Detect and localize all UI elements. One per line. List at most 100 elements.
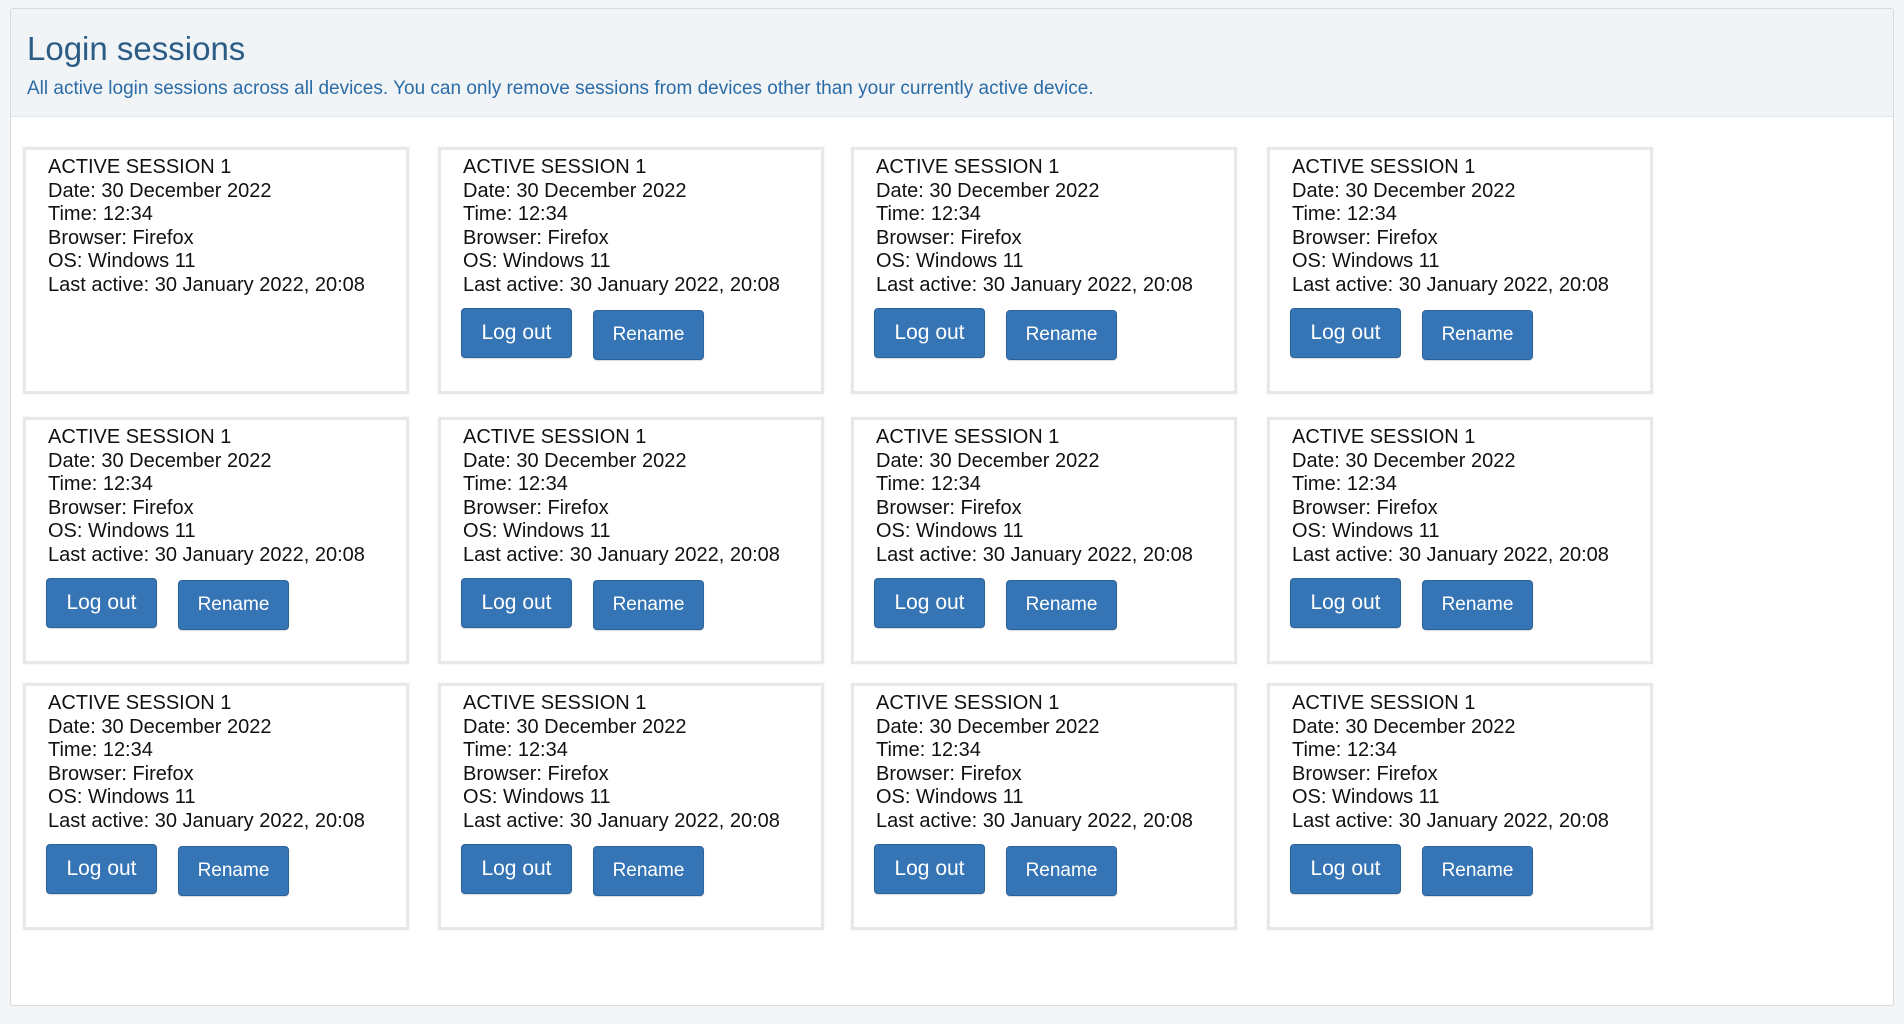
session-time: Time: 12:34 <box>1292 739 1397 761</box>
session-actions: Log out Rename <box>874 308 1117 360</box>
logout-button[interactable]: Log out <box>874 308 985 358</box>
session-time: Time: 12:34 <box>463 739 568 761</box>
session-last-active: Last active: 30 January 2022, 20:08 <box>1292 543 1609 566</box>
rename-button[interactable]: Rename <box>593 310 704 360</box>
logout-button[interactable]: Log out <box>461 578 572 628</box>
session-last-active: Last active: 30 January 2022, 20:08 <box>876 273 1193 296</box>
session-browser: Browser: Firefox <box>463 226 609 249</box>
session-date: Date: 30 December 2022 <box>876 715 1100 738</box>
session-name: ACTIVE SESSION 1 <box>463 156 647 178</box>
rename-button[interactable]: Rename <box>1422 846 1533 896</box>
rename-button[interactable]: Rename <box>1006 846 1117 896</box>
session-actions: Log out Rename <box>874 844 1117 896</box>
session-card: ACTIVE SESSION 1 Date: 30 December 2022 Ti… <box>1267 147 1653 394</box>
session-card: ACTIVE SESSION 1 Date: 30 December 2022 Ti… <box>23 147 409 394</box>
session-os: OS: Windows 11 <box>48 786 196 808</box>
session-time: Time: 12:34 <box>1292 473 1397 495</box>
session-browser: Browser: Firefox <box>463 496 609 519</box>
session-last-active: Last active: 30 January 2022, 20:08 <box>876 809 1193 832</box>
rename-button[interactable]: Rename <box>593 580 704 630</box>
session-name: ACTIVE SESSION 1 <box>876 426 1060 448</box>
session-name: ACTIVE SESSION 1 <box>48 426 232 448</box>
session-name: ACTIVE SESSION 1 <box>463 692 647 714</box>
session-actions: Log out Rename <box>46 578 289 630</box>
session-name: ACTIVE SESSION 1 <box>1292 692 1476 714</box>
session-last-active: Last active: 30 January 2022, 20:08 <box>463 543 780 566</box>
session-date: Date: 30 December 2022 <box>1292 179 1516 202</box>
session-card: ACTIVE SESSION 1 Date: 30 December 2022 Ti… <box>851 147 1237 394</box>
session-time: Time: 12:34 <box>48 203 153 225</box>
session-card: ACTIVE SESSION 1 Date: 30 December 2022 Ti… <box>851 683 1237 930</box>
session-browser: Browser: Firefox <box>876 762 1022 785</box>
session-browser: Browser: Firefox <box>1292 762 1438 785</box>
session-last-active: Last active: 30 January 2022, 20:08 <box>48 809 365 832</box>
session-actions: Log out Rename <box>1290 844 1533 896</box>
rename-button[interactable]: Rename <box>1422 580 1533 630</box>
session-browser: Browser: Firefox <box>463 762 609 785</box>
rename-button[interactable]: Rename <box>1422 310 1533 360</box>
session-actions: Log out Rename <box>46 844 289 896</box>
session-date: Date: 30 December 2022 <box>876 449 1100 472</box>
session-actions: Log out Rename <box>461 308 704 360</box>
session-time: Time: 12:34 <box>876 739 981 761</box>
session-time: Time: 12:34 <box>876 473 981 495</box>
logout-button[interactable]: Log out <box>1290 578 1401 628</box>
logout-button[interactable]: Log out <box>874 844 985 894</box>
session-card: ACTIVE SESSION 1 Date: 30 December 2022 Ti… <box>1267 417 1653 664</box>
session-time: Time: 12:34 <box>876 203 981 225</box>
session-os: OS: Windows 11 <box>876 250 1024 272</box>
session-browser: Browser: Firefox <box>48 496 194 519</box>
session-card: ACTIVE SESSION 1 Date: 30 December 2022 Ti… <box>438 147 824 394</box>
logout-button[interactable]: Log out <box>1290 308 1401 358</box>
session-actions: Log out Rename <box>1290 308 1533 360</box>
logout-button[interactable]: Log out <box>1290 844 1401 894</box>
session-card: ACTIVE SESSION 1 Date: 30 December 2022 Ti… <box>438 683 824 930</box>
page-description: All active login sessions across all dev… <box>27 78 1094 99</box>
session-os: OS: Windows 11 <box>463 250 611 272</box>
rename-button[interactable]: Rename <box>1006 310 1117 360</box>
rename-button[interactable]: Rename <box>593 846 704 896</box>
session-name: ACTIVE SESSION 1 <box>876 692 1060 714</box>
rename-button[interactable]: Rename <box>1006 580 1117 630</box>
session-browser: Browser: Firefox <box>48 762 194 785</box>
logout-button[interactable]: Log out <box>46 844 157 894</box>
session-time: Time: 12:34 <box>48 739 153 761</box>
session-last-active: Last active: 30 January 2022, 20:08 <box>463 273 780 296</box>
session-os: OS: Windows 11 <box>1292 786 1440 808</box>
session-name: ACTIVE SESSION 1 <box>1292 426 1476 448</box>
session-card: ACTIVE SESSION 1 Date: 30 December 2022 Ti… <box>851 417 1237 664</box>
logout-button[interactable]: Log out <box>46 578 157 628</box>
session-os: OS: Windows 11 <box>463 786 611 808</box>
session-time: Time: 12:34 <box>463 473 568 495</box>
session-last-active: Last active: 30 January 2022, 20:08 <box>48 543 365 566</box>
session-time: Time: 12:34 <box>48 473 153 495</box>
session-os: OS: Windows 11 <box>1292 520 1440 542</box>
session-os: OS: Windows 11 <box>1292 250 1440 272</box>
login-sessions-panel: Login sessions All active login sessions… <box>10 8 1894 1006</box>
session-os: OS: Windows 11 <box>876 786 1024 808</box>
session-date: Date: 30 December 2022 <box>463 449 687 472</box>
logout-button[interactable]: Log out <box>461 308 572 358</box>
session-os: OS: Windows 11 <box>48 520 196 542</box>
session-last-active: Last active: 30 January 2022, 20:08 <box>463 809 780 832</box>
session-last-active: Last active: 30 January 2022, 20:08 <box>48 273 365 296</box>
session-date: Date: 30 December 2022 <box>463 715 687 738</box>
session-browser: Browser: Firefox <box>1292 226 1438 249</box>
session-os: OS: Windows 11 <box>48 250 196 272</box>
session-name: ACTIVE SESSION 1 <box>876 156 1060 178</box>
session-actions: Log out Rename <box>461 578 704 630</box>
rename-button[interactable]: Rename <box>178 846 289 896</box>
logout-button[interactable]: Log out <box>874 578 985 628</box>
session-time: Time: 12:34 <box>1292 203 1397 225</box>
session-time: Time: 12:34 <box>463 203 568 225</box>
session-name: ACTIVE SESSION 1 <box>48 692 232 714</box>
session-card: ACTIVE SESSION 1 Date: 30 December 2022 Ti… <box>23 683 409 930</box>
session-date: Date: 30 December 2022 <box>1292 449 1516 472</box>
rename-button[interactable]: Rename <box>178 580 289 630</box>
session-os: OS: Windows 11 <box>463 520 611 542</box>
session-last-active: Last active: 30 January 2022, 20:08 <box>876 543 1193 566</box>
session-name: ACTIVE SESSION 1 <box>463 426 647 448</box>
session-date: Date: 30 December 2022 <box>48 179 272 202</box>
logout-button[interactable]: Log out <box>461 844 572 894</box>
session-actions: Log out Rename <box>461 844 704 896</box>
